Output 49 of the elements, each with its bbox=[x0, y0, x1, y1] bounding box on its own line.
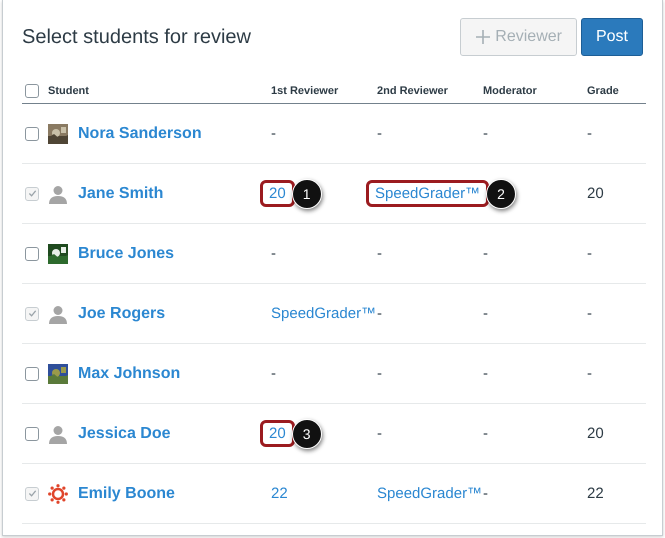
table-cell: - bbox=[271, 365, 276, 382]
checkbox[interactable] bbox=[25, 426, 39, 440]
circle-logo-icon bbox=[48, 484, 68, 504]
column-header: Moderator bbox=[483, 85, 537, 97]
table-cell: - bbox=[483, 125, 488, 142]
table-cell: - bbox=[483, 305, 488, 322]
column-header: Grade bbox=[587, 85, 619, 97]
person-icon bbox=[48, 304, 68, 324]
table-cell: - bbox=[377, 125, 382, 142]
table-cell: - bbox=[483, 425, 488, 442]
table-cell: - bbox=[377, 305, 382, 322]
table-cell: 22 bbox=[587, 485, 604, 502]
plus-icon bbox=[475, 29, 492, 45]
table-cell: - bbox=[377, 425, 382, 442]
table-cell: - bbox=[483, 365, 488, 382]
checkmark-icon bbox=[28, 189, 36, 198]
student-name-link[interactable]: Bruce Jones bbox=[78, 244, 174, 262]
table-cell: - bbox=[587, 125, 592, 142]
person-icon bbox=[48, 424, 68, 444]
callout-badge: 3 bbox=[292, 418, 322, 448]
checkmark-icon bbox=[28, 489, 36, 498]
person-icon bbox=[48, 184, 68, 204]
table-cell: - bbox=[587, 305, 592, 322]
table-cell: 20 bbox=[587, 185, 604, 202]
table-cell: - bbox=[483, 485, 488, 502]
column-header: 1st Reviewer bbox=[271, 85, 338, 97]
checkbox[interactable] bbox=[25, 84, 39, 98]
callout-badge: 1 bbox=[292, 178, 322, 208]
table-cell: - bbox=[377, 365, 382, 382]
student-name-link[interactable]: Nora Sanderson bbox=[78, 124, 202, 142]
column-header: 2nd Reviewer bbox=[377, 85, 448, 97]
page-title: Select students for review bbox=[22, 26, 252, 48]
checkbox[interactable] bbox=[25, 246, 39, 260]
callout-badge: 2 bbox=[486, 178, 516, 208]
table-cell: - bbox=[483, 245, 488, 262]
student-name-link[interactable]: Jessica Doe bbox=[78, 424, 171, 442]
table-cell: - bbox=[377, 245, 382, 262]
post-button[interactable]: Post bbox=[580, 18, 643, 56]
table-cell: - bbox=[271, 245, 276, 262]
column-header: Student bbox=[48, 85, 89, 97]
checkbox[interactable] bbox=[25, 366, 39, 380]
table-cell: - bbox=[271, 125, 276, 142]
grade-link[interactable]: 20 bbox=[269, 425, 286, 442]
table-cell: - bbox=[587, 245, 592, 262]
checkmark-icon bbox=[28, 309, 36, 318]
checkbox[interactable] bbox=[25, 126, 39, 140]
table-cell: 20 bbox=[587, 425, 604, 442]
student-name-link[interactable]: Max Johnson bbox=[78, 364, 180, 382]
table-cell: - bbox=[587, 365, 592, 382]
